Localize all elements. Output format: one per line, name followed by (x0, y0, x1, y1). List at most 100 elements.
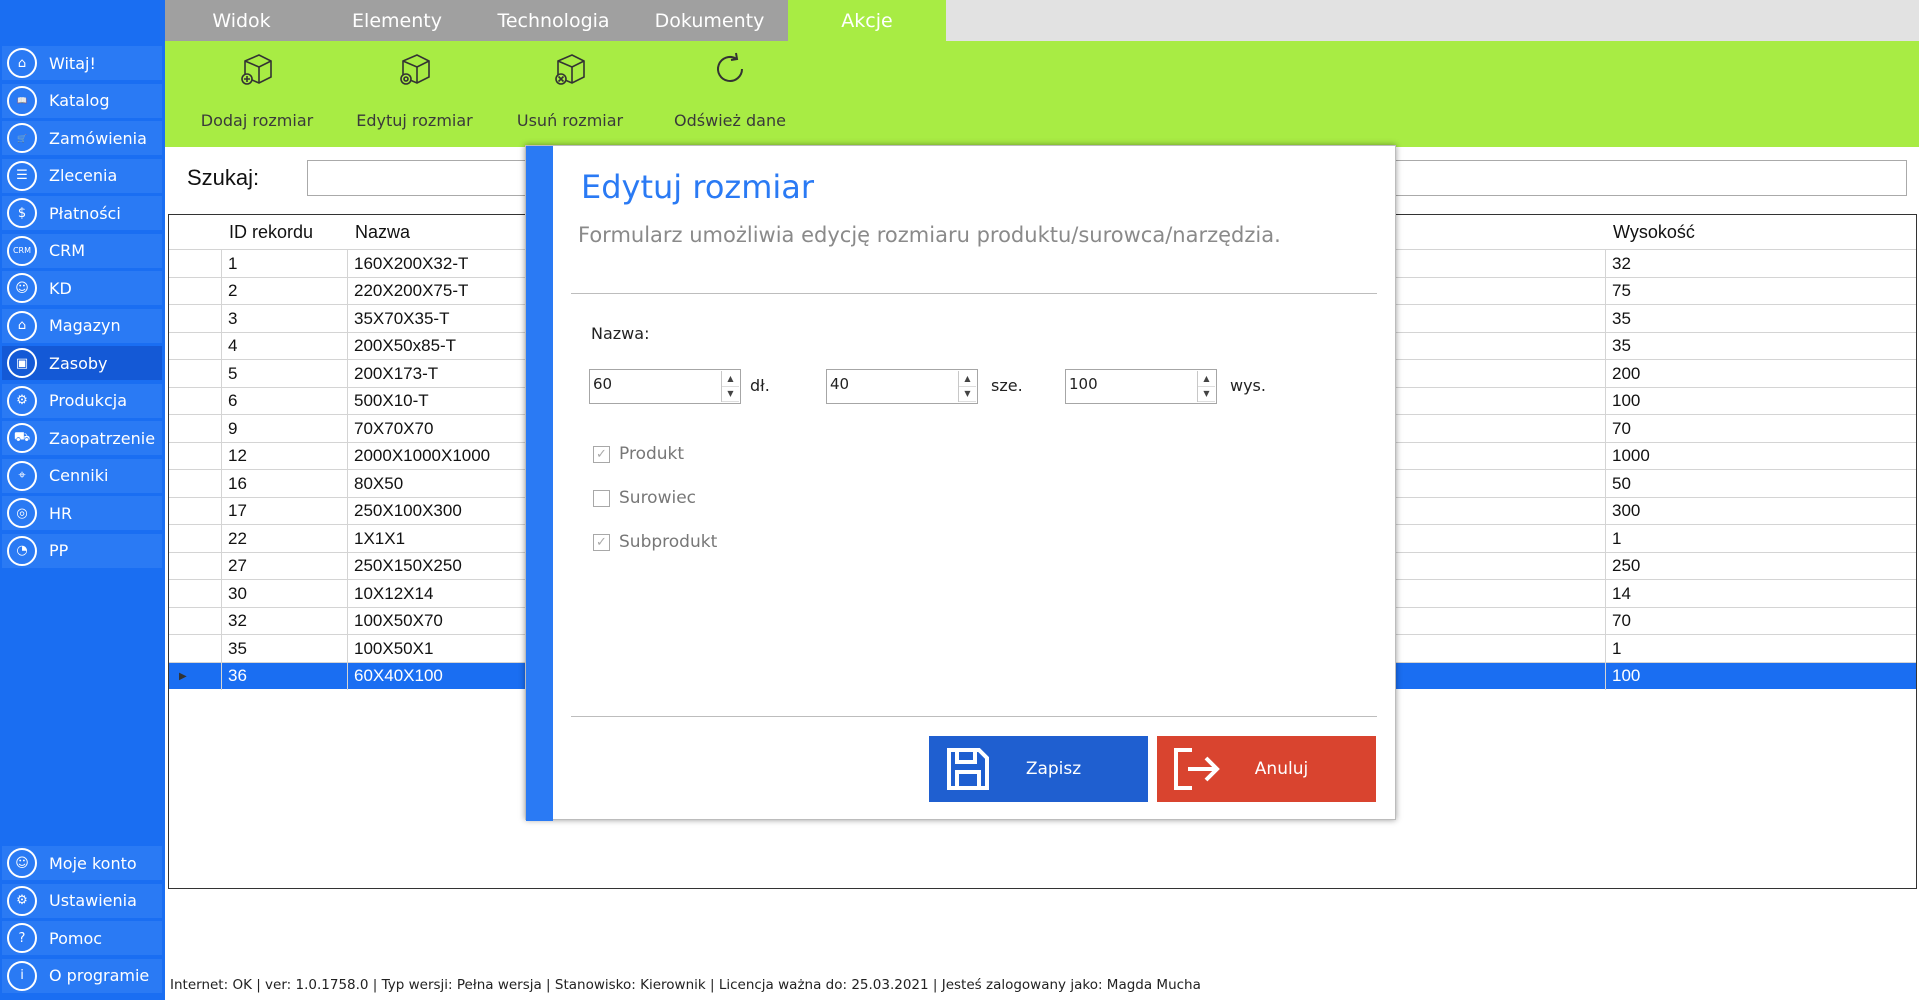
length-stepper[interactable]: 60 ▲ ▼ (589, 369, 741, 404)
column-header-id[interactable]: ID rekordu (221, 215, 347, 249)
height-stepper[interactable]: 100 ▲ ▼ (1065, 369, 1217, 404)
sidebar-item-label: O programie (49, 966, 150, 985)
sidebar-item-5[interactable]: CRM CRM (2, 233, 162, 268)
sidebar-bottom-item-0[interactable]: ☺ Moje konto (2, 846, 162, 880)
sidebar-item-label: Zaopatrzenie (49, 428, 156, 448)
sidebar-item-10[interactable]: ⛟ Zaopatrzenie (2, 421, 162, 455)
raw-material-checkbox-label[interactable]: Surowiec (619, 488, 696, 508)
save-button[interactable]: Zapisz (929, 736, 1148, 802)
raw-material-checkbox[interactable] (593, 490, 610, 507)
cell-id[interactable]: 3 (221, 305, 347, 332)
cell-id[interactable]: 6 (221, 387, 347, 415)
row-indicator-icon (169, 333, 221, 360)
refresh-button[interactable]: Odśwież dane (650, 41, 810, 147)
cell-id[interactable]: 4 (221, 332, 347, 360)
cell-id[interactable]: 35 (221, 635, 347, 662)
cancel-button[interactable]: Anuluj (1157, 736, 1376, 802)
delete-size-button[interactable]: Usuń rozmiar (495, 41, 645, 147)
sidebar-item-6[interactable]: ☺ KD (2, 271, 162, 305)
cell-height[interactable]: 50 (1605, 470, 1916, 497)
sidebar-bottom-item-1[interactable]: ⚙ Ustawienia (2, 883, 162, 918)
cell-id[interactable]: 16 (221, 470, 347, 497)
sidebar-item-8[interactable]: ▣ Zasoby (2, 346, 162, 380)
cell-height[interactable]: 200 (1605, 360, 1916, 387)
cell-height[interactable]: 70 (1605, 415, 1916, 442)
cell-height[interactable]: 1 (1605, 525, 1916, 552)
cell-id[interactable]: 1 (221, 250, 347, 277)
cell-height[interactable]: 1 (1605, 635, 1916, 662)
cancel-label: Anuluj (1254, 759, 1309, 779)
cell-height[interactable]: 250 (1605, 552, 1916, 580)
cell-id[interactable]: 30 (221, 580, 347, 607)
cell-height[interactable]: 70 (1605, 607, 1916, 635)
sidebar-item-1[interactable]: 📖 Katalog (2, 83, 162, 118)
sidebar-item-11[interactable]: ⌖ Cenniki (2, 458, 162, 493)
add-size-label: Dodaj rozmiar (200, 111, 314, 130)
home-icon: ⌂ (7, 48, 37, 78)
sidebar-item-13[interactable]: ◔ PP (2, 533, 162, 568)
length-unit: dł. (750, 376, 770, 395)
sidebar-item-label: Pomoc (49, 928, 103, 948)
width-up-arrow-icon[interactable]: ▲ (959, 371, 976, 387)
sidebar-item-3[interactable]: ☰ Zlecenia (2, 158, 162, 193)
cell-id[interactable]: 9 (221, 415, 347, 442)
subproduct-checkbox[interactable]: ✓ (593, 534, 610, 551)
cell-id[interactable]: 5 (221, 360, 347, 387)
height-down-arrow-icon[interactable]: ▼ (1198, 387, 1215, 402)
cart-icon: 🛒 (7, 123, 37, 153)
sidebar-item-0[interactable]: ⌂ Witaj! (2, 46, 162, 80)
dialog-accent-bar (526, 146, 553, 821)
cell-id[interactable]: 36 (221, 662, 347, 690)
sidebar-bottom-item-3[interactable]: i O programie (2, 958, 162, 993)
length-up-arrow-icon[interactable]: ▲ (722, 371, 739, 387)
sidebar-item-2[interactable]: 🛒 Zamówienia (2, 121, 162, 155)
sidebar-item-9[interactable]: ⚙ Produkcja (2, 383, 162, 418)
height-up-arrow-icon[interactable]: ▲ (1198, 371, 1215, 387)
column-header-height[interactable]: Wysokość (1605, 215, 1915, 249)
tab-elementy[interactable]: Elementy (318, 0, 476, 41)
cell-height[interactable]: 1000 (1605, 442, 1916, 470)
cell-id[interactable]: 22 (221, 525, 347, 552)
sidebar-item-label: Produkcja (49, 391, 127, 410)
tab-dokumenty[interactable]: Dokumenty (631, 0, 788, 41)
cell-height[interactable]: 32 (1605, 250, 1916, 277)
length-value[interactable]: 60 (593, 375, 612, 393)
length-down-arrow-icon[interactable]: ▼ (722, 387, 739, 402)
sidebar-item-4[interactable]: $ Płatności (2, 196, 162, 230)
cell-height[interactable]: 35 (1605, 332, 1916, 360)
sidebar-item-label: Moje konto (49, 853, 137, 873)
tab-widok[interactable]: Widok (165, 0, 318, 41)
cell-height[interactable]: 35 (1605, 305, 1916, 332)
add-size-button[interactable]: Dodaj rozmiar (182, 41, 332, 147)
tab-technologia[interactable]: Technologia (476, 0, 631, 41)
name-label: Nazwa: (591, 324, 650, 343)
cell-height[interactable]: 300 (1605, 497, 1916, 525)
cell-height[interactable]: 100 (1605, 662, 1916, 690)
sidebar-item-label: Katalog (49, 91, 110, 110)
product-checkbox[interactable]: ✓ (593, 446, 610, 463)
cell-height[interactable]: 14 (1605, 580, 1916, 607)
sidebar-item-12[interactable]: ◎ HR (2, 496, 162, 530)
production-icon: ⚙ (7, 385, 37, 416)
subproduct-checkbox-label[interactable]: Subprodukt (619, 532, 717, 552)
cell-id[interactable]: 32 (221, 607, 347, 635)
cell-id[interactable]: 2 (221, 277, 347, 305)
row-indicator-icon (169, 360, 221, 387)
width-stepper[interactable]: 40 ▲ ▼ (826, 369, 978, 404)
info-icon: i (7, 960, 37, 991)
width-down-arrow-icon[interactable]: ▼ (959, 387, 976, 402)
tab-akcje[interactable]: Akcje (788, 0, 946, 41)
height-value[interactable]: 100 (1069, 375, 1098, 393)
sidebar-item-7[interactable]: ⌂ Magazyn (2, 308, 162, 343)
edit-size-button[interactable]: Edytuj rozmiar (337, 41, 492, 147)
cell-height[interactable]: 75 (1605, 277, 1916, 305)
product-checkbox-label[interactable]: Produkt (619, 444, 684, 464)
cell-id[interactable]: 27 (221, 552, 347, 580)
cell-height[interactable]: 100 (1605, 387, 1916, 415)
sidebar-bottom-item-2[interactable]: ? Pomoc (2, 921, 162, 955)
cell-id[interactable]: 17 (221, 497, 347, 525)
cell-id[interactable]: 12 (221, 442, 347, 470)
status-bar: Internet: OK | ver: 1.0.1758.0 | Typ wer… (170, 977, 1201, 993)
width-value[interactable]: 40 (830, 375, 849, 393)
chart-icon: ◔ (7, 535, 37, 566)
